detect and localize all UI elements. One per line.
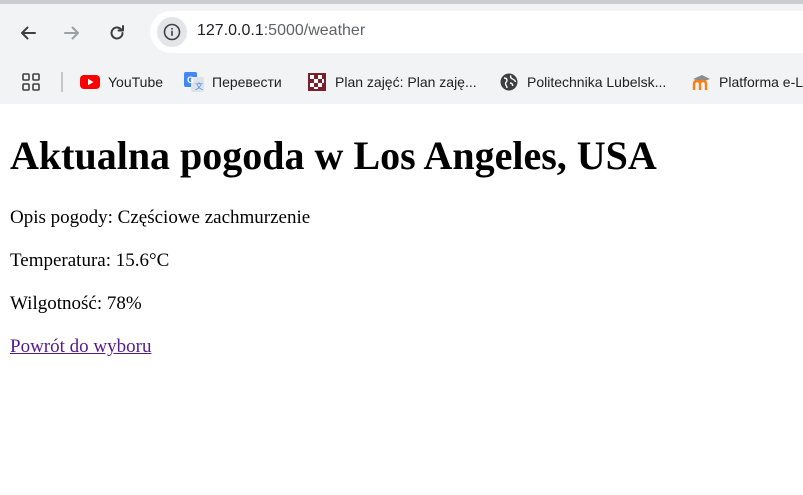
- youtube-icon: [80, 72, 100, 92]
- bookmark-label: Platforma e-L: [719, 74, 803, 90]
- browser-chrome: 127.0.0.1:5000/weather YouTube G 文 Перев…: [0, 0, 803, 104]
- bookmark-label: Plan zajęć: Plan zaję...: [335, 74, 477, 90]
- info-icon: [163, 23, 181, 41]
- url-host: 127.0.0.1: [197, 22, 264, 39]
- bookmark-translate[interactable]: G 文 Перевести: [184, 70, 282, 94]
- svg-text:G: G: [187, 75, 194, 85]
- globe-icon: [499, 72, 519, 92]
- apps-grid-icon[interactable]: [22, 73, 40, 94]
- bookmarks-divider: [61, 72, 63, 92]
- url-path: :5000/weather: [263, 22, 366, 39]
- bookmark-youtube[interactable]: YouTube: [80, 70, 163, 94]
- google-translate-icon: G 文: [184, 72, 204, 92]
- weather-humidity: Wilgotność: 78%: [10, 293, 142, 314]
- reload-button[interactable]: [103, 19, 131, 47]
- bookmark-plan-zajec[interactable]: Plan zajęć: Plan zaję...: [307, 70, 477, 94]
- bookmark-label: Politechnika Lubelsk...: [527, 74, 667, 90]
- page-title: Aktualna pogoda w Los Angeles, USA: [10, 133, 657, 178]
- arrow-right-icon: [64, 26, 79, 40]
- arrow-left-icon: [21, 26, 36, 40]
- address-bar[interactable]: 127.0.0.1:5000/weather: [150, 11, 803, 53]
- bookmarks-bar: YouTube G 文 Перевести Plan zajęć: Plan z…: [0, 62, 803, 102]
- bookmark-platforma[interactable]: Platforma e-L: [691, 70, 803, 94]
- plan-zajec-icon: [307, 72, 327, 92]
- page-content: Aktualna pogoda w Los Angeles, USA Opis …: [10, 104, 790, 357]
- weather-description: Opis pogody: Częściowe zachmurzenie: [10, 207, 311, 228]
- weather-temperature: Temperatura: 15.6°C: [10, 250, 170, 271]
- bookmark-politechnika[interactable]: Politechnika Lubelsk...: [499, 70, 666, 94]
- moodle-icon: [691, 72, 711, 92]
- back-to-selection-link[interactable]: Powrót do wyboru: [10, 336, 151, 358]
- url-text[interactable]: 127.0.0.1:5000/weather: [197, 22, 365, 40]
- svg-text:文: 文: [195, 81, 203, 91]
- forward-button[interactable]: [58, 19, 86, 47]
- bookmark-label: Перевести: [212, 74, 282, 90]
- browser-toolbar: 127.0.0.1:5000/weather: [0, 10, 803, 56]
- reload-icon: [110, 25, 124, 40]
- site-info-button[interactable]: [157, 17, 187, 47]
- back-button[interactable]: [14, 19, 42, 47]
- bookmark-label: YouTube: [108, 74, 164, 90]
